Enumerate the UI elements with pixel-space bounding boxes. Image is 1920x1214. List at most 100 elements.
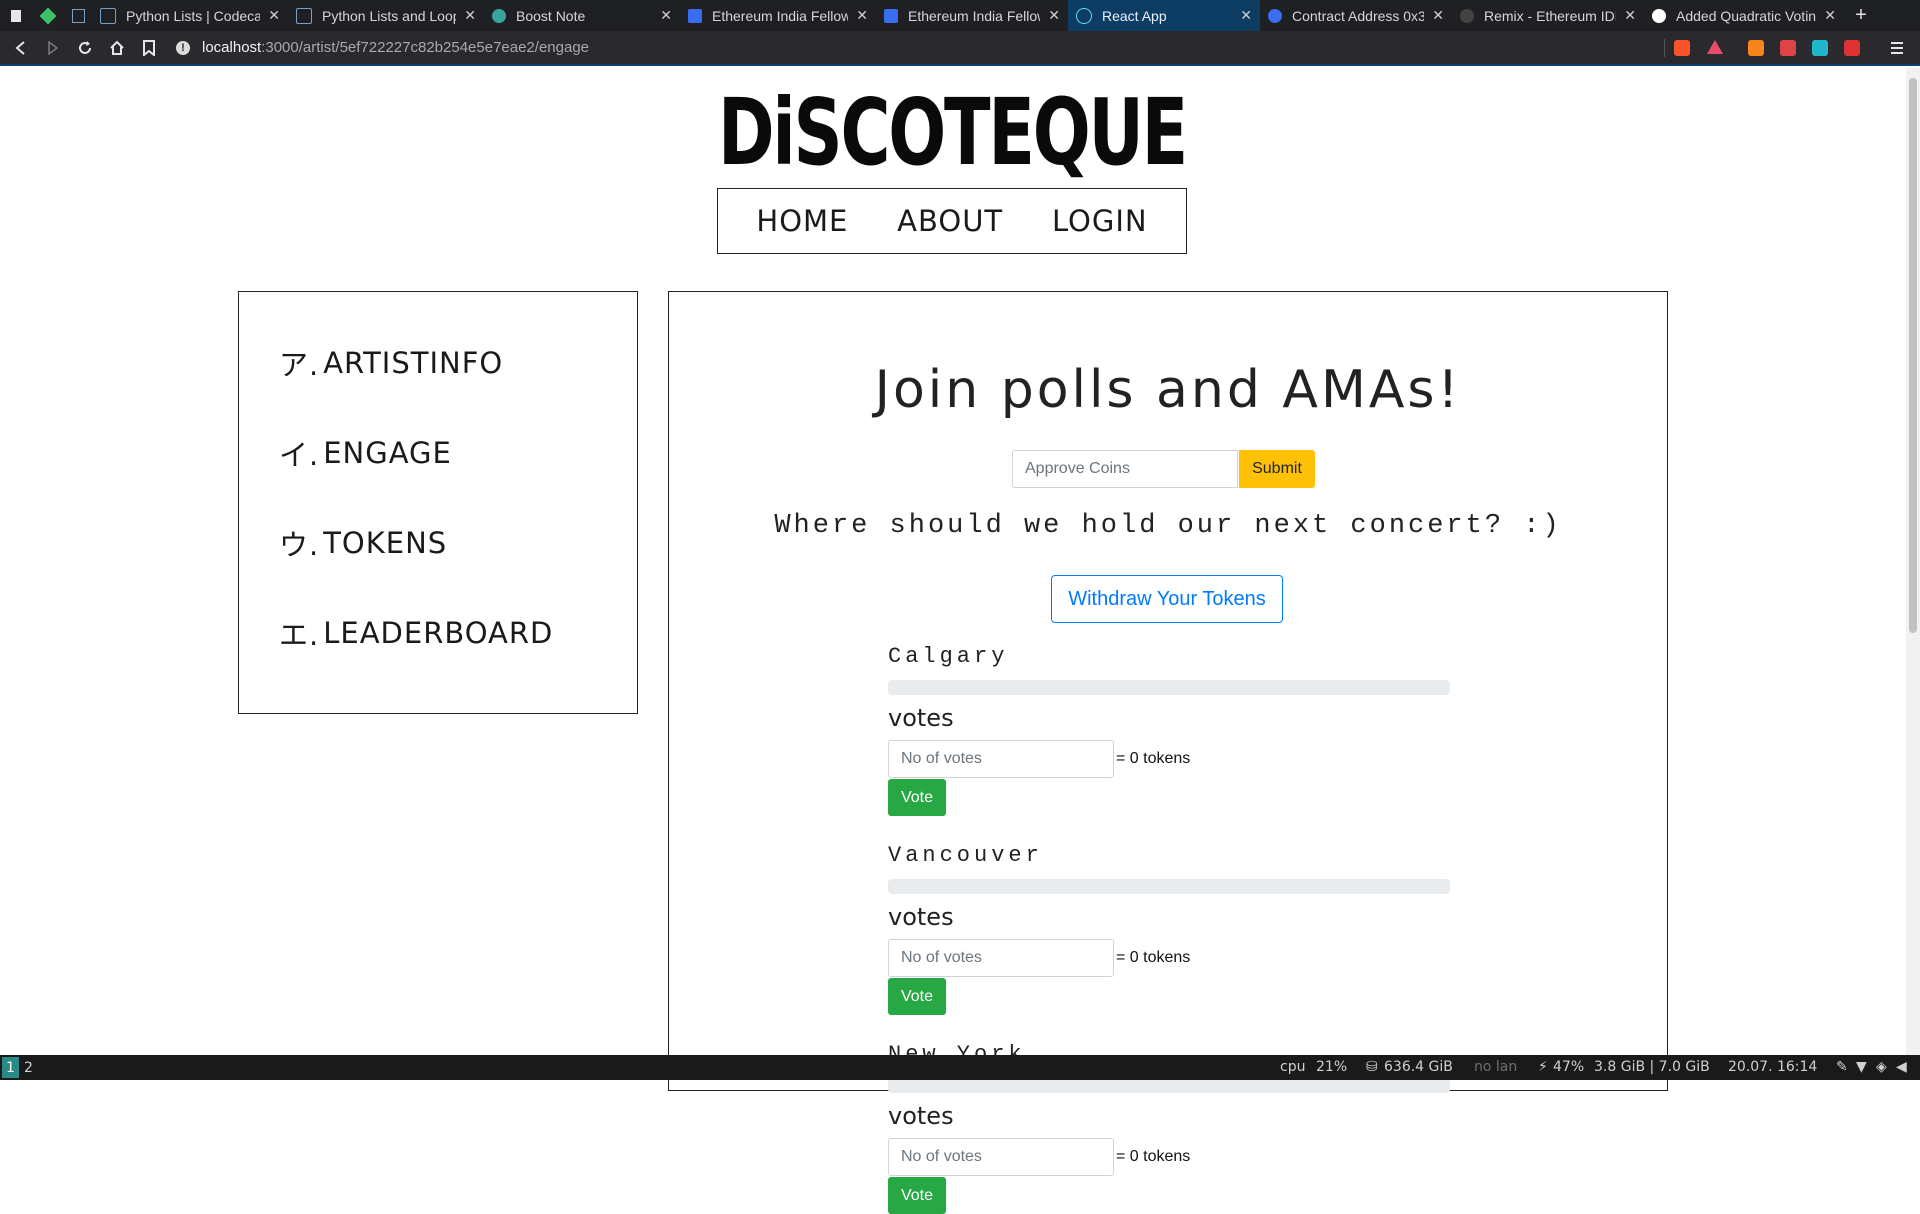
reload-icon[interactable]	[70, 31, 100, 64]
disk-free: 636.4 GiB	[1384, 1059, 1453, 1075]
vote-count-input[interactable]	[888, 740, 1114, 778]
tab-ethereum-india-1[interactable]: Ethereum India Fellow ✕	[680, 0, 876, 31]
withdraw-tokens-button[interactable]: Withdraw Your Tokens	[1051, 575, 1283, 623]
tab-title: React App	[1102, 7, 1167, 24]
vote-progress-bar	[888, 879, 1450, 894]
nav-home[interactable]: HOME	[756, 204, 848, 238]
remix-icon	[1460, 8, 1474, 23]
sidebar-item-marker: ウ.	[279, 528, 320, 562]
volume-icon[interactable]: ◀	[1896, 1059, 1907, 1075]
etherscan-icon	[1268, 8, 1282, 23]
workspace-1[interactable]: 1	[2, 1057, 19, 1078]
vote-progress-bar	[888, 680, 1450, 695]
brave-rewards-icon[interactable]	[1707, 40, 1723, 54]
close-icon[interactable]: ✕	[268, 7, 280, 24]
sidebar-item-label: ENGAGE	[323, 436, 452, 470]
nav-about[interactable]: ABOUT	[897, 204, 1003, 238]
sidebar-item-label: ARTISTINFO	[323, 346, 504, 380]
tab-title: Remix - Ethereum IDE	[1484, 7, 1617, 24]
close-icon[interactable]: ✕	[1240, 7, 1252, 24]
battery-icon: ⚡	[1538, 1059, 1548, 1075]
workspace-2[interactable]: 2	[20, 1057, 37, 1078]
sidebar-item-leaderboard[interactable]: エ. LEADERBOARD	[279, 612, 553, 654]
battery-level: 47%	[1553, 1059, 1585, 1075]
nav-login[interactable]: LOGIN	[1052, 204, 1148, 238]
tab-github[interactable]: Added Quadratic Votin ✕	[1644, 0, 1844, 31]
vote-button[interactable]: Vote	[888, 1177, 946, 1214]
back-icon[interactable]	[6, 31, 36, 64]
tab-title: Ethereum India Fellow	[712, 7, 849, 24]
lan-status: no lan	[1474, 1059, 1518, 1075]
github-icon	[1652, 8, 1666, 23]
shield-icon[interactable]: ◈	[1876, 1059, 1887, 1075]
discoteque-logo[interactable]: DiSCOTEQUE	[716, 82, 1188, 182]
close-icon[interactable]: ✕	[464, 7, 476, 24]
pinned-tab-page[interactable]	[66, 0, 90, 31]
browser-tab-bar: Python Lists | Codecad ✕ Python Lists an…	[0, 0, 1920, 31]
close-icon[interactable]: ✕	[660, 7, 672, 24]
pinned-tab-file[interactable]	[4, 0, 28, 31]
extension-icon[interactable]	[1812, 40, 1828, 56]
clock: 20.07. 16:14	[1728, 1059, 1818, 1075]
react-icon	[1076, 7, 1092, 24]
engage-panel: Join polls and AMAs! Submit Where should…	[668, 291, 1668, 1214]
vote-button[interactable]: Vote	[888, 978, 946, 1015]
votes-label: votes	[888, 1102, 954, 1130]
home-icon[interactable]	[102, 31, 132, 64]
page-title: Join polls and AMAs!	[874, 360, 1462, 420]
tab-python-lists-loops[interactable]: Python Lists and Loop ✕	[288, 0, 484, 31]
forward-icon[interactable]	[38, 31, 68, 64]
close-icon[interactable]: ✕	[1624, 7, 1636, 24]
vote-input-row: = 0 tokens	[888, 740, 1450, 778]
page-icon	[100, 7, 116, 24]
boost-note-icon	[492, 8, 506, 23]
main-nav: HOME ABOUT LOGIN	[717, 188, 1187, 254]
pinned-tab-green[interactable]	[36, 0, 60, 31]
extension-icon[interactable]	[1844, 40, 1860, 56]
artist-sidebar: ア. ARTISTINFO イ. ENGAGE ウ. TOKENS エ. LEA…	[238, 291, 638, 714]
option-name: Calgary	[888, 644, 1009, 669]
tab-title: Python Lists | Codecad	[126, 7, 261, 24]
close-icon[interactable]: ✕	[1432, 7, 1444, 24]
metamask-icon[interactable]	[1748, 40, 1764, 56]
page-scrollbar[interactable]	[1906, 68, 1920, 1055]
vote-button[interactable]: Vote	[888, 779, 946, 816]
attachment-icon[interactable]: ✎	[1836, 1059, 1848, 1075]
brave-shield-icon[interactable]	[1674, 40, 1690, 56]
approve-coins-input[interactable]	[1012, 450, 1238, 488]
token-cost-text: = 0 tokens	[1116, 949, 1191, 966]
vote-count-input[interactable]	[888, 1138, 1114, 1176]
site-info-icon[interactable]: !	[176, 40, 190, 55]
tab-ethereum-india-2[interactable]: Ethereum India Fellow ✕	[876, 0, 1068, 31]
tab-title: Boost Note	[516, 7, 586, 24]
file-icon	[11, 9, 21, 22]
tab-python-lists-codecademy[interactable]: Python Lists | Codecad ✕	[92, 0, 288, 31]
address-bar[interactable]: ! localhost :3000/artist/5ef722227c82b25…	[176, 31, 589, 64]
option-name: Vancouver	[888, 843, 1043, 868]
sidebar-item-tokens[interactable]: ウ. TOKENS	[279, 522, 447, 564]
tab-boost-note[interactable]: Boost Note ✕	[484, 0, 680, 31]
bookmark-icon[interactable]	[134, 31, 164, 64]
wifi-icon[interactable]: ▼	[1856, 1059, 1867, 1075]
submit-button[interactable]: Submit	[1239, 450, 1315, 488]
new-tab-button[interactable]: +	[1846, 0, 1876, 31]
docs-icon	[688, 8, 702, 23]
tab-remix[interactable]: Remix - Ethereum IDE ✕	[1452, 0, 1644, 31]
tab-title: Contract Address 0x39	[1292, 7, 1425, 24]
close-icon[interactable]: ✕	[1048, 7, 1060, 24]
sidebar-item-label: LEADERBOARD	[323, 616, 554, 650]
tab-react-app[interactable]: React App ✕	[1068, 0, 1260, 31]
sidebar-item-artistinfo[interactable]: ア. ARTISTINFO	[279, 342, 503, 384]
scrollbar-thumb[interactable]	[1909, 78, 1917, 633]
sidebar-item-marker: イ.	[279, 438, 320, 472]
close-icon[interactable]: ✕	[856, 7, 868, 24]
close-icon[interactable]: ✕	[1824, 7, 1836, 24]
calendar-extension-icon[interactable]	[1780, 40, 1796, 56]
menu-icon[interactable]	[1882, 31, 1912, 64]
browser-toolbar: ! localhost :3000/artist/5ef722227c82b25…	[0, 31, 1920, 66]
vote-count-input[interactable]	[888, 939, 1114, 977]
tab-contract-address[interactable]: Contract Address 0x39 ✕	[1260, 0, 1452, 31]
vote-progress-bar	[888, 1078, 1450, 1093]
sidebar-item-engage[interactable]: イ. ENGAGE	[279, 432, 452, 474]
diamond-icon	[39, 7, 57, 24]
